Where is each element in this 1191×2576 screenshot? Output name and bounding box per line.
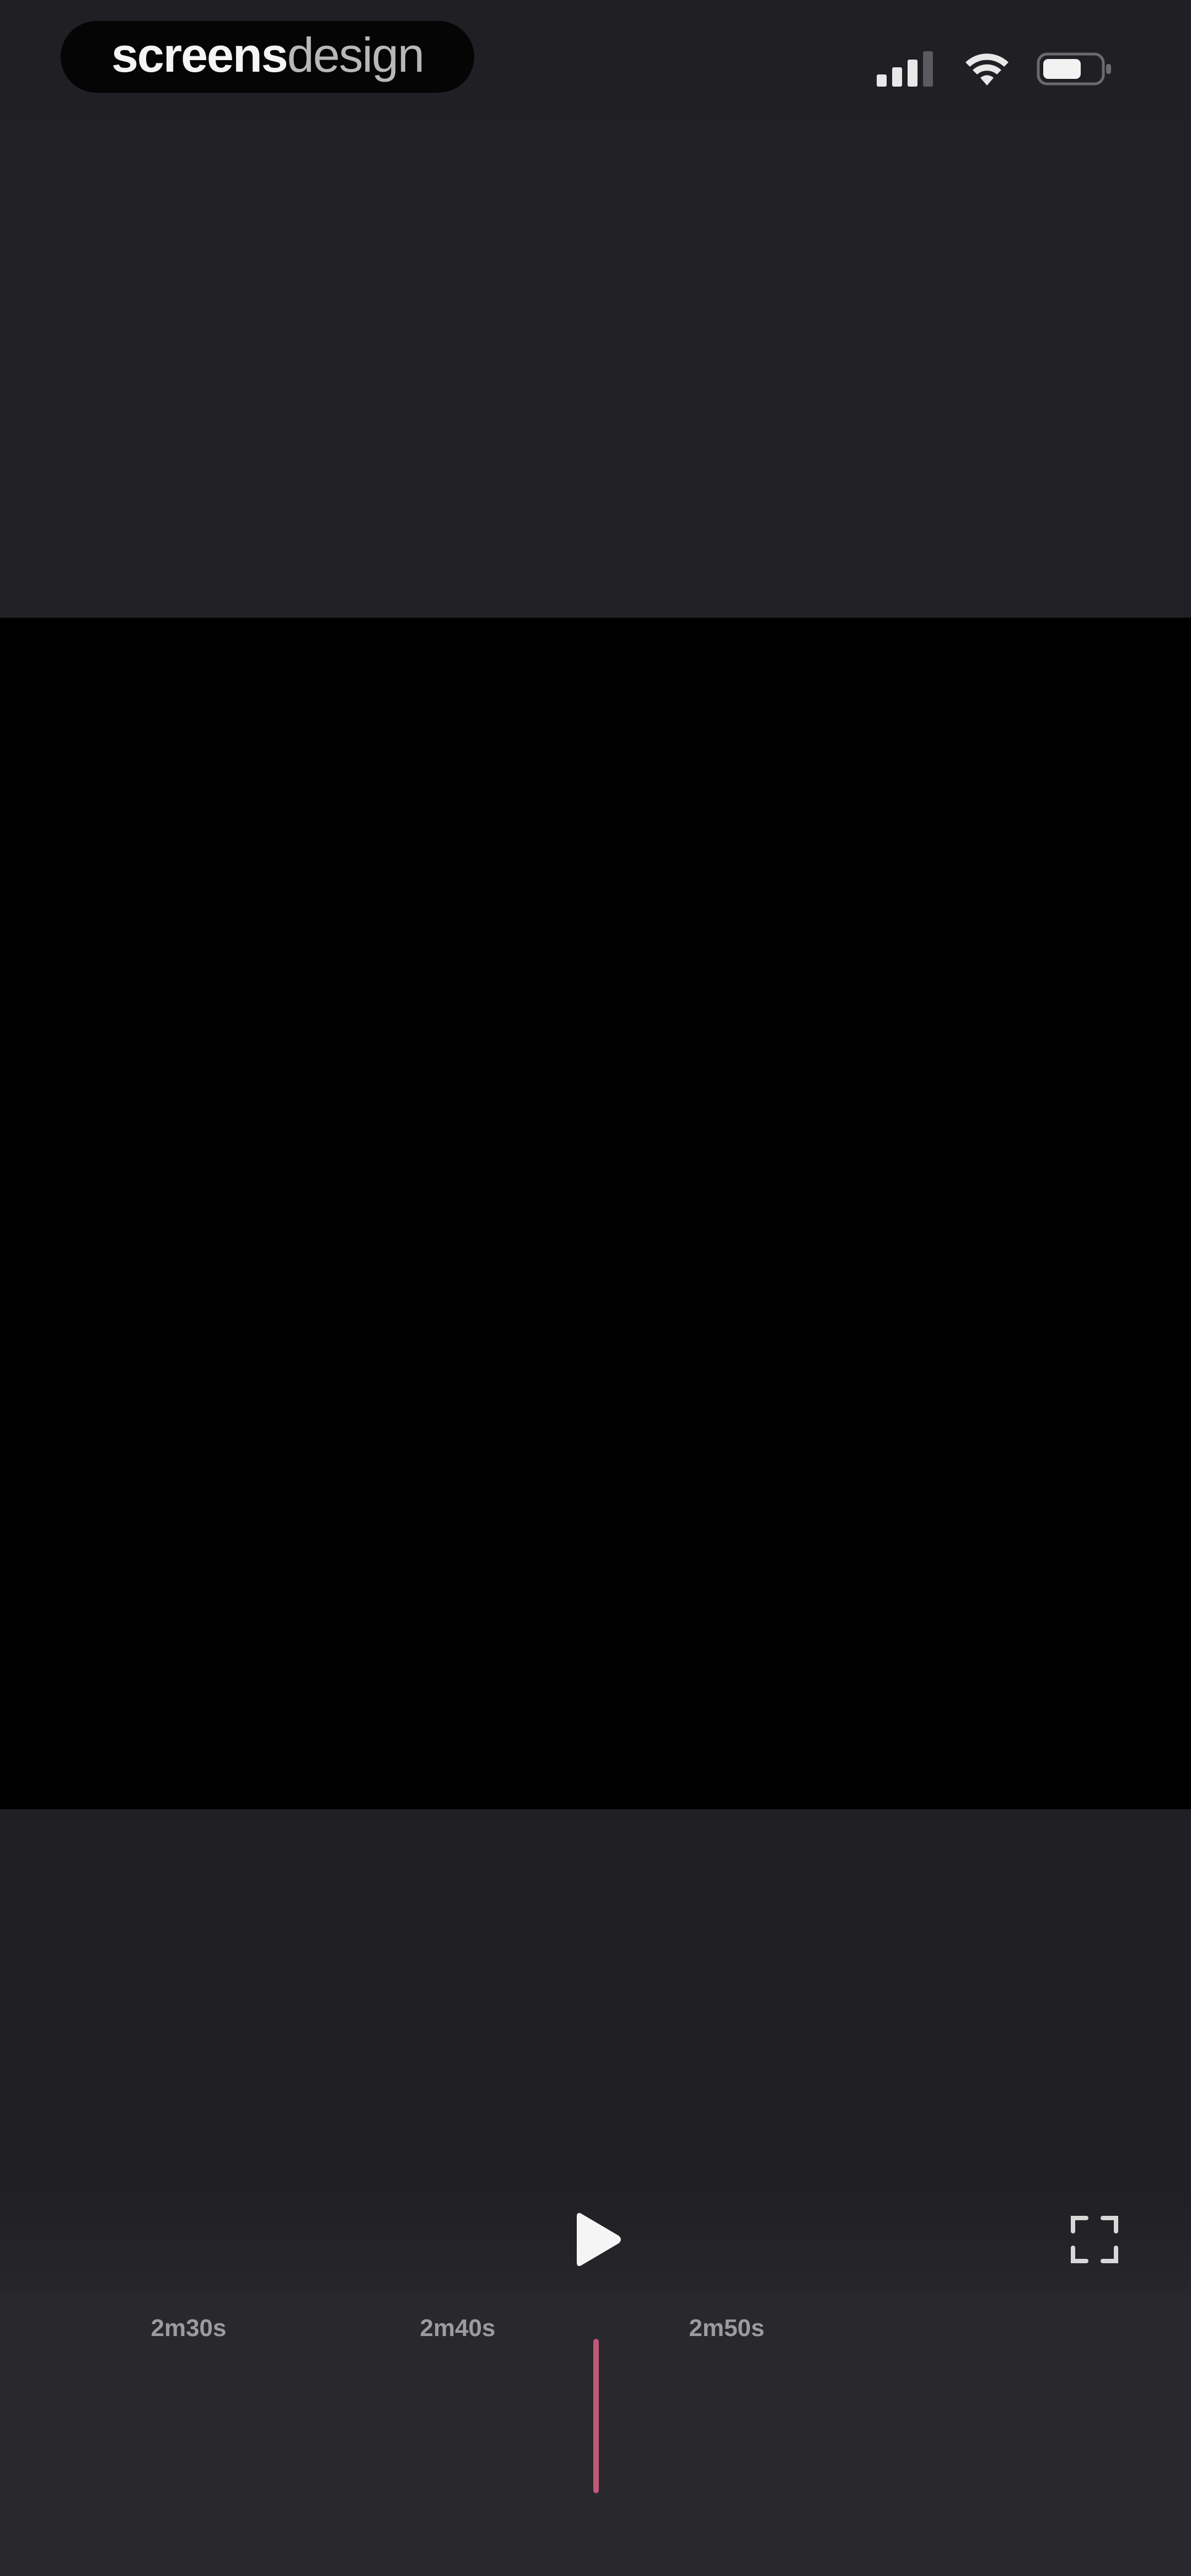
play-icon: [577, 2212, 621, 2267]
fullscreen-icon: [1071, 2216, 1118, 2263]
battery-icon: [1037, 50, 1114, 88]
timeline-tick-label: 2m50s: [689, 2315, 765, 2342]
video-frame[interactable]: [0, 618, 1191, 1809]
fullscreen-button[interactable]: [1070, 2215, 1119, 2264]
signal-icon: [877, 50, 937, 88]
wifi-icon: [965, 51, 1009, 87]
video-player-screen: screens design 2m30s 2m40s 2m50s: [0, 0, 1191, 2576]
timeline-tick-label: 2m30s: [151, 2315, 227, 2342]
timeline-tick-label: 2m40s: [420, 2315, 496, 2342]
status-icons: [877, 47, 1114, 91]
brand-text-bold: screens: [111, 28, 288, 82]
brand-text-light: design: [287, 28, 425, 82]
top-area: [0, 121, 1191, 618]
timeline[interactable]: 2m30s 2m40s 2m50s: [0, 2295, 1191, 2576]
status-bar: screens design: [0, 0, 1191, 121]
brand-watermark: screens design: [61, 21, 474, 93]
playhead[interactable]: [593, 2339, 599, 2493]
below-video-area: [0, 1809, 1191, 2184]
play-button[interactable]: [573, 2209, 623, 2270]
